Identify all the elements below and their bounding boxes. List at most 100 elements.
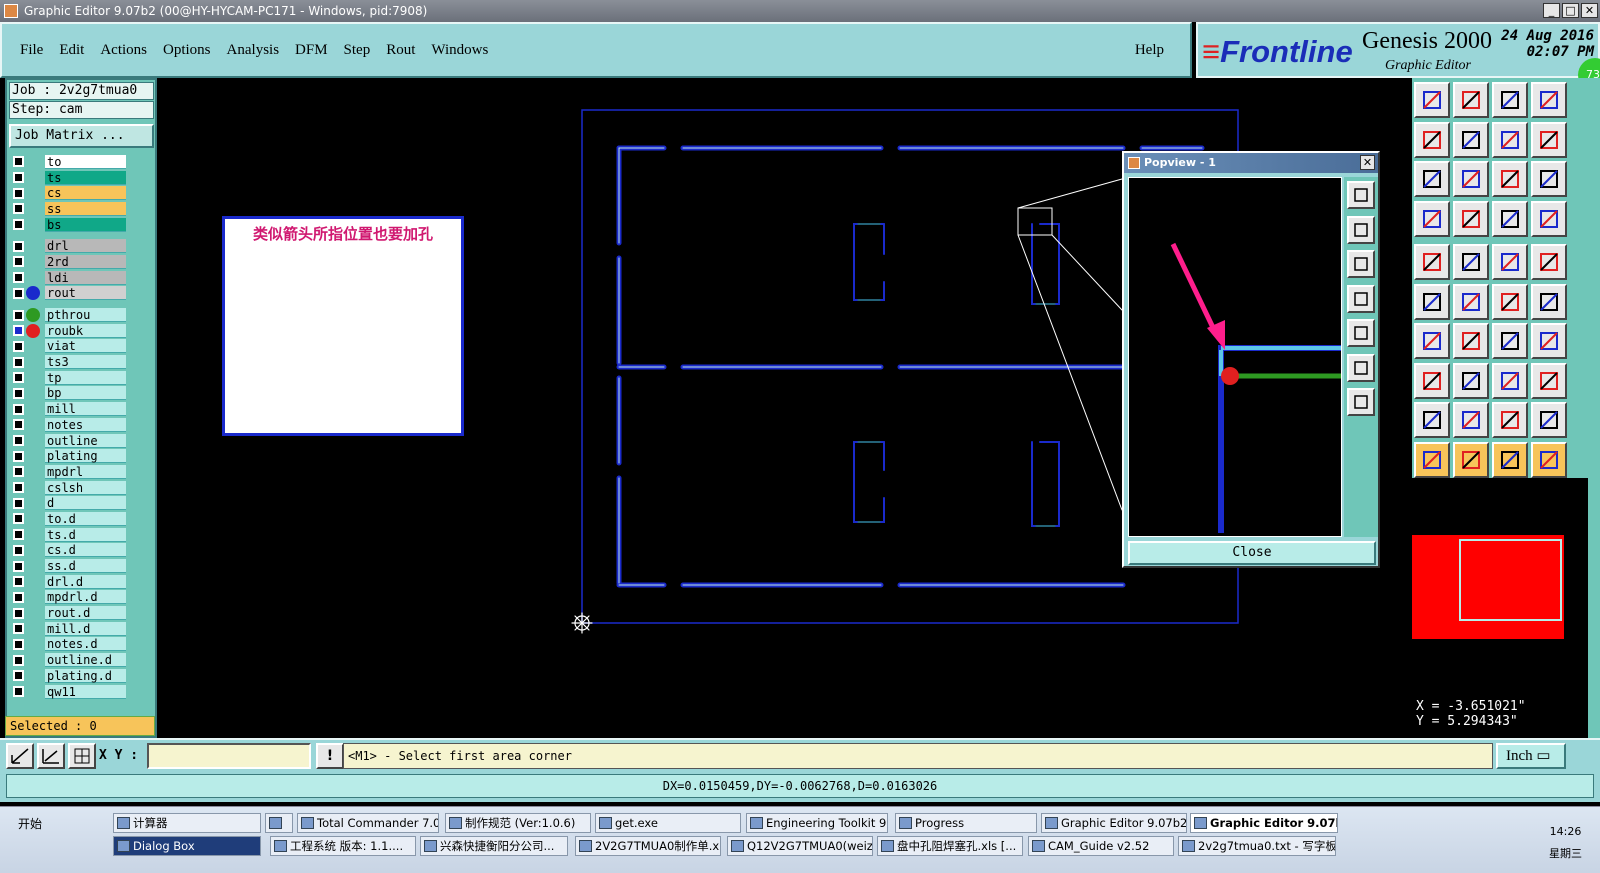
layer-row-rout[interactable]: rout xyxy=(9,286,129,302)
layer-label[interactable]: ss xyxy=(45,201,126,216)
layer-label[interactable]: rout.d xyxy=(45,606,126,621)
layer-label[interactable]: d xyxy=(45,496,126,511)
layer-label[interactable]: notes.d xyxy=(45,637,126,652)
menu-rout[interactable]: Rout xyxy=(386,42,415,59)
layer-checkbox[interactable] xyxy=(13,356,24,368)
layer-checkbox[interactable] xyxy=(13,497,24,509)
taskbar-button[interactable]: 工程系统 版本: 1.1.... xyxy=(270,836,416,856)
layer-checkbox[interactable] xyxy=(13,560,24,572)
layer-row-rout-d[interactable]: rout.d xyxy=(9,605,129,621)
layer-checkbox[interactable] xyxy=(13,340,24,352)
taskbar-button[interactable]: Graphic Editor 9.07b2 (... xyxy=(1041,813,1187,833)
job-matrix-button[interactable]: Job Matrix ... xyxy=(9,124,154,148)
maximize-button[interactable]: □ xyxy=(1562,3,1579,18)
pop-center-icon[interactable] xyxy=(1347,388,1375,416)
taskbar-button[interactable]: 2V2G7TMUA0制作单.xl... xyxy=(575,836,721,856)
arc-redo-icon[interactable] xyxy=(1492,323,1528,359)
pop-pan-right-icon[interactable] xyxy=(1347,319,1375,347)
layer-checkbox[interactable] xyxy=(13,466,24,478)
select-pointer-icon[interactable] xyxy=(1414,441,1450,478)
layer-row-bp[interactable]: bp xyxy=(9,386,129,402)
layer-checkbox[interactable] xyxy=(13,172,24,184)
layer-row-outline[interactable]: outline xyxy=(9,433,129,449)
layer-label[interactable]: viat xyxy=(45,339,126,354)
layer-label[interactable]: plating.d xyxy=(45,668,126,683)
layer-checkbox[interactable] xyxy=(13,309,24,321)
layer-row-ts3[interactable]: ts3 xyxy=(9,354,129,370)
layer-label[interactable]: notes xyxy=(45,417,126,432)
triangle-icon[interactable] xyxy=(1414,402,1450,438)
layer-row-tp[interactable]: tp xyxy=(9,370,129,386)
menu-help[interactable]: Help xyxy=(1135,42,1164,59)
copy-arrow-icon[interactable] xyxy=(1531,283,1567,320)
xy-input[interactable] xyxy=(147,743,311,769)
split-edit-icon[interactable] xyxy=(1531,323,1567,359)
minimize-button[interactable]: _ xyxy=(1543,3,1560,18)
units-selector[interactable]: Inch ▭ xyxy=(1496,743,1566,769)
taskbar-button[interactable]: Graphic Editor 9.07b... xyxy=(1190,813,1338,833)
taskbar-button[interactable]: 兴森快捷衡阳分公司... xyxy=(420,836,568,856)
layer-checkbox[interactable] xyxy=(13,435,24,447)
layer-checkbox[interactable] xyxy=(13,686,24,698)
menu-file[interactable]: File xyxy=(20,42,43,59)
zoom-window-icon[interactable] xyxy=(1531,82,1567,118)
taskbar-button[interactable]: Engineering Toolkit 9.0... xyxy=(746,813,888,833)
ratio-icon[interactable] xyxy=(1492,161,1528,197)
taskbar-button[interactable]: Dialog Box xyxy=(113,836,261,856)
red-layer-icon[interactable] xyxy=(1492,200,1528,237)
pan-center-icon[interactable] xyxy=(1492,121,1528,158)
taskbar-button[interactable]: 制作规范 (Ver:1.0.6) xyxy=(445,813,591,833)
grid-toggle-icon[interactable] xyxy=(1453,200,1489,237)
pan-left-icon[interactable] xyxy=(1414,121,1450,158)
layer-label[interactable]: ss.d xyxy=(45,559,126,574)
center-view-icon[interactable] xyxy=(1453,161,1489,197)
feature-select-icon[interactable] xyxy=(1531,244,1567,280)
layer-checkbox[interactable] xyxy=(13,623,24,635)
line-cut-icon[interactable] xyxy=(1453,362,1489,399)
pop-zoom-home-icon[interactable] xyxy=(1347,215,1375,244)
layer-checkbox[interactable] xyxy=(13,203,24,215)
close-button[interactable]: ✕ xyxy=(1581,3,1598,18)
layer-checkbox[interactable] xyxy=(13,513,24,525)
taskbar-button[interactable]: Q12V2G7TMUA0(weizy)... xyxy=(727,836,873,856)
attributes-icon[interactable] xyxy=(1414,200,1450,237)
layer-checkbox[interactable] xyxy=(13,187,24,199)
layer-checkbox[interactable] xyxy=(13,450,24,462)
layer-label[interactable]: to.d xyxy=(45,511,126,526)
zoom-out-icon[interactable] xyxy=(1453,82,1489,118)
reference-icon[interactable] xyxy=(1453,244,1489,280)
layer-label[interactable]: pthrou xyxy=(45,308,126,323)
layer-label[interactable]: cs xyxy=(45,186,126,201)
menu-windows[interactable]: Windows xyxy=(431,42,488,59)
taskbar-button[interactable]: Total Commander 7.0 ... xyxy=(297,813,439,833)
layer-row-ss-d[interactable]: ss.d xyxy=(9,558,129,574)
layer-row-mill-d[interactable]: mill.d xyxy=(9,621,129,637)
layer-label[interactable]: rout xyxy=(45,286,126,301)
menu-dfm[interactable]: DFM xyxy=(295,42,328,59)
line-edit-icon[interactable] xyxy=(1453,323,1489,359)
popview-canvas[interactable] xyxy=(1128,177,1342,537)
layer-checkbox[interactable] xyxy=(13,287,24,299)
layer-checkbox[interactable] xyxy=(13,156,24,168)
start-button[interactable]: 开始 xyxy=(2,815,54,833)
fit-screen-icon[interactable] xyxy=(1414,161,1450,197)
pop-pan-left-icon[interactable] xyxy=(1347,284,1375,313)
layer-row-d[interactable]: d xyxy=(9,495,129,511)
layer-row-plating-d[interactable]: plating.d xyxy=(9,668,129,684)
help-query-icon[interactable] xyxy=(1531,161,1567,197)
layer-label[interactable]: to xyxy=(45,154,126,169)
box-edit-icon[interactable] xyxy=(1414,362,1450,399)
layer-checkbox[interactable] xyxy=(13,544,24,556)
layer-row-roubk[interactable]: roubk xyxy=(9,323,129,339)
layer-label[interactable]: ldi xyxy=(45,270,126,285)
layer-row-mpdrl[interactable]: mpdrl xyxy=(9,464,129,480)
layer-label[interactable]: drl.d xyxy=(45,574,126,589)
select-multi-icon[interactable] xyxy=(1531,441,1567,478)
layer-label[interactable]: tp xyxy=(45,370,126,385)
layer-row-2rd[interactable]: 2rd xyxy=(9,254,129,270)
pop-zoom-in-icon[interactable] xyxy=(1347,181,1375,209)
layer-row-to[interactable]: to xyxy=(9,154,129,170)
layer-row-cslsh[interactable]: cslsh xyxy=(9,480,129,496)
menu-actions[interactable]: Actions xyxy=(100,42,147,59)
layer-checkbox[interactable] xyxy=(13,419,24,431)
